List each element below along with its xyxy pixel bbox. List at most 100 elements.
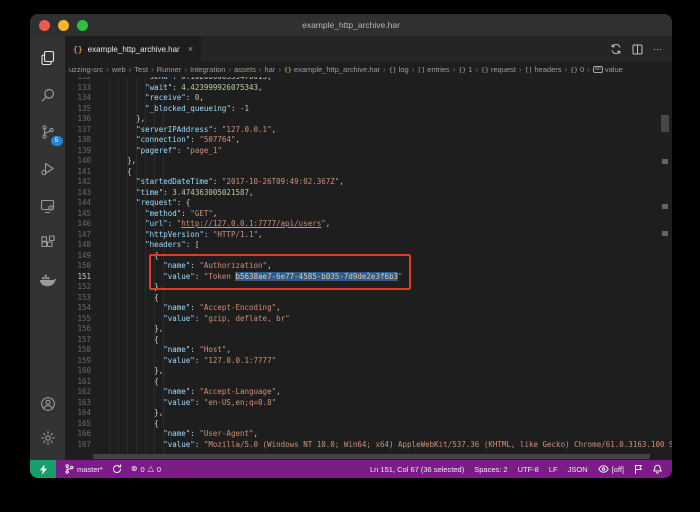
indentation-indicator[interactable]: Spaces: 2 <box>474 465 507 474</box>
run-debug-icon[interactable] <box>38 159 58 179</box>
branch-indicator[interactable]: master* <box>65 464 103 474</box>
code-line[interactable]: 138 "connection": "507764", <box>65 135 672 146</box>
breadcrumb-item[interactable]: {}0 <box>570 65 584 74</box>
close-window-button[interactable] <box>39 20 50 31</box>
line-number: 155 <box>65 314 100 325</box>
breadcrumb-item[interactable]: {}1 <box>458 65 472 74</box>
remote-indicator[interactable] <box>30 460 56 478</box>
code-line[interactable]: 167 "value": "Mozilla/5.0 (Windows NT 10… <box>65 440 672 451</box>
line-content: "wait": 4.423999926075343, <box>100 83 672 94</box>
extensions-icon[interactable] <box>38 233 58 253</box>
cursor-position[interactable]: Ln 151, Col 67 (36 selected) <box>370 465 464 474</box>
breadcrumb-separator: › <box>587 65 590 74</box>
open-changes-icon[interactable] <box>610 43 622 55</box>
breadcrumb-item[interactable]: []entries <box>417 65 449 74</box>
code-line[interactable]: 164 }, <box>65 408 672 419</box>
code-line[interactable]: 162 "name": "Accept-Language", <box>65 387 672 398</box>
code-line[interactable]: 135 "_blocked_queueing": -1 <box>65 104 672 115</box>
traffic-lights <box>30 20 88 31</box>
zoom-window-button[interactable] <box>77 20 88 31</box>
more-actions-icon[interactable]: ⋯ <box>653 44 662 55</box>
breadcrumb-item[interactable]: {}example_http_archive.har <box>284 65 380 74</box>
account-icon[interactable] <box>38 394 58 414</box>
code-line[interactable]: 155 "value": "gzip, deflate, br" <box>65 314 672 325</box>
line-content: "name": "Authorization", <box>100 261 672 272</box>
code-line[interactable]: 159 "value": "127.0.0.1:7777" <box>65 356 672 367</box>
code-line[interactable]: 161 { <box>65 377 672 388</box>
explorer-icon[interactable] <box>38 48 58 68</box>
settings-gear-icon[interactable] <box>38 428 58 448</box>
code-line[interactable]: 137 "serverIPAddress": "127.0.0.1", <box>65 125 672 136</box>
code-line[interactable]: 163 "value": "en-US,en;q=0.8" <box>65 398 672 409</box>
code-line[interactable]: 156 }, <box>65 324 672 335</box>
code-area[interactable]: 132 "send": 0.10200000339470013,133 "wai… <box>65 77 672 454</box>
breadcrumb-item[interactable]: uzzing-src <box>69 65 103 74</box>
code-line[interactable]: 149 { <box>65 251 672 262</box>
code-line[interactable]: 153 { <box>65 293 672 304</box>
horizontal-scrollbar[interactable] <box>65 454 672 460</box>
eol-indicator[interactable]: LF <box>549 465 558 474</box>
code-line[interactable]: 154 "name": "Accept-Encoding", <box>65 303 672 314</box>
code-line[interactable]: 144 "request": { <box>65 198 672 209</box>
code-line[interactable]: 140 }, <box>65 156 672 167</box>
breadcrumb-item[interactable]: []headers <box>525 65 562 74</box>
code-line[interactable]: 142 "startedDateTime": "2017-10-26T09:49… <box>65 177 672 188</box>
breadcrumb-item[interactable]: Runner <box>157 65 182 74</box>
code-line[interactable]: 143 "time": 3.474363005021587, <box>65 188 672 199</box>
breadcrumb-item[interactable]: har <box>265 65 276 74</box>
activity-bar: 5 <box>30 36 65 460</box>
breadcrumb-item[interactable]: abvalue <box>593 65 623 74</box>
vertical-scrollbar-thumb[interactable] <box>661 115 669 132</box>
horizontal-scrollbar-thumb[interactable] <box>93 454 650 459</box>
docker-icon[interactable] <box>38 270 58 290</box>
breadcrumb-item[interactable]: Integration <box>190 65 225 74</box>
split-editor-icon[interactable] <box>632 44 643 55</box>
close-tab-icon[interactable]: × <box>188 44 193 54</box>
search-icon[interactable] <box>38 85 58 105</box>
code-line[interactable]: 139 "pageref": "page_1" <box>65 146 672 157</box>
breadcrumb-item[interactable]: Test <box>134 65 148 74</box>
json-braces-icon: {} <box>73 45 83 54</box>
line-number: 134 <box>65 93 100 104</box>
code-line[interactable]: 134 "receive": 0, <box>65 93 672 104</box>
line-content: }, <box>100 324 672 335</box>
vertical-scrollbar[interactable] <box>660 77 670 454</box>
breadcrumb-item[interactable]: assets <box>234 65 256 74</box>
minimize-window-button[interactable] <box>58 20 69 31</box>
line-content: }, <box>100 114 672 125</box>
problems-indicator[interactable]: ⊗ 0 △ 0 <box>131 465 161 474</box>
language-mode[interactable]: JSON <box>568 465 588 474</box>
code-line[interactable]: 148 "headers": [ <box>65 240 672 251</box>
line-content: "receive": 0, <box>100 93 672 104</box>
remote-explorer-icon[interactable] <box>38 196 58 216</box>
code-line[interactable]: 152 }, <box>65 282 672 293</box>
encoding-indicator[interactable]: UTF-8 <box>518 465 539 474</box>
warning-count: 0 <box>157 465 161 474</box>
code-line[interactable]: 145 "method": "GET", <box>65 209 672 220</box>
code-line[interactable]: 160 }, <box>65 366 672 377</box>
source-control-icon[interactable]: 5 <box>38 122 58 142</box>
tab-example-http-archive[interactable]: {} example_http_archive.har × <box>65 36 201 62</box>
sync-indicator[interactable] <box>112 464 122 474</box>
feedback-indicator[interactable] <box>634 464 643 474</box>
code-line[interactable]: 158 "name": "Host", <box>65 345 672 356</box>
line-number: 136 <box>65 114 100 125</box>
code-line[interactable]: 166 "name": "User-Agent", <box>65 429 672 440</box>
code-line[interactable]: 146 "url": "http://127.0.0.1:7777/api/us… <box>65 219 672 230</box>
breadcrumb-item[interactable]: {}request <box>481 65 516 74</box>
notifications-indicator[interactable] <box>653 464 662 474</box>
breadcrumb-separator: › <box>184 65 187 74</box>
code-line[interactable]: 150 "name": "Authorization", <box>65 261 672 272</box>
code-line[interactable]: 151 "value": "Token b5638ae7-6e77-4585-b… <box>65 272 672 283</box>
code-line[interactable]: 141 { <box>65 167 672 178</box>
code-line[interactable]: 136 }, <box>65 114 672 125</box>
code-line[interactable]: 133 "wait": 4.423999926075343, <box>65 83 672 94</box>
code-line[interactable]: 157 { <box>65 335 672 346</box>
line-number: 167 <box>65 440 100 451</box>
breadcrumb-item[interactable]: {}log <box>389 65 409 74</box>
breadcrumb-item[interactable]: web <box>112 65 126 74</box>
code-line[interactable]: 165 { <box>65 419 672 430</box>
code-line[interactable]: 147 "httpVersion": "HTTP/1.1", <box>65 230 672 241</box>
line-number: 164 <box>65 408 100 419</box>
watch-off-indicator[interactable]: [off] <box>598 465 624 474</box>
